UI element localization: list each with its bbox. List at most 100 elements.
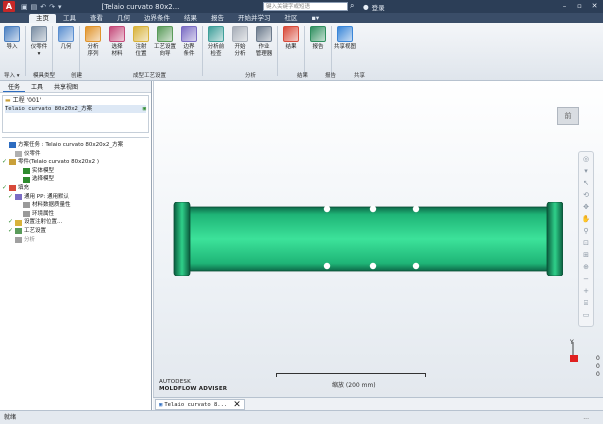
boundary-button[interactable]: 边界 条件 xyxy=(177,23,201,69)
tree-item[interactable]: 选择模型 xyxy=(2,175,149,184)
tree-item-label: 方案任务 : Telaio curvato 80x20x2_方案 xyxy=(18,142,124,148)
job-manager-button[interactable]: 作业 管理器 xyxy=(252,23,276,69)
part-dropdown-icon xyxy=(31,26,47,42)
search-input[interactable]: 键入关键字或短语 xyxy=(263,2,348,11)
tab-view[interactable]: 查看 xyxy=(83,14,110,23)
tree-item[interactable]: 材料数据质量性 xyxy=(2,201,149,210)
start-analysis-button[interactable]: 开始 分析 xyxy=(228,23,252,69)
tab-home[interactable]: 主页 xyxy=(29,14,56,23)
project-title[interactable]: ▬ 工程 '001' xyxy=(5,97,146,105)
import-button[interactable]: 导入 xyxy=(0,23,24,69)
part-model[interactable] xyxy=(172,202,563,276)
minimize-button[interactable]: – xyxy=(558,1,571,11)
report-button[interactable]: 报告 xyxy=(306,23,330,69)
orbit-icon[interactable]: ⟲ xyxy=(583,190,589,201)
search-icon[interactable]: ⌕ xyxy=(350,1,354,11)
close-button[interactable]: ✕ xyxy=(588,1,601,11)
tab-extra[interactable]: ▪▾ xyxy=(305,14,327,23)
share-view-icon xyxy=(337,26,353,42)
tab-community[interactable]: 社区 xyxy=(278,14,305,23)
center-icon[interactable]: ⊕ xyxy=(583,262,589,273)
section-icon[interactable]: ⌸ xyxy=(584,298,588,309)
nav-spacer-icon: ▾ xyxy=(584,167,588,175)
tree-item-label: 填充 xyxy=(18,184,30,191)
tab-results[interactable]: 结果 xyxy=(177,14,204,23)
project-study-item[interactable]: Telaio curvato 80x20x2_方案 ▣ xyxy=(5,105,146,113)
tree-item[interactable]: ✓ 设置注射位置... xyxy=(2,218,149,227)
tab-learn[interactable]: 开始并学习 xyxy=(231,14,278,23)
close-tab-icon[interactable]: ✕ xyxy=(233,400,241,410)
document-tab[interactable]: ▣ Telaio curvato 8... ✕ xyxy=(155,399,245,410)
boundary-icon xyxy=(181,26,197,42)
tree-item[interactable]: 仪零件 xyxy=(2,150,149,159)
results-button[interactable]: 结果 xyxy=(279,23,303,69)
tree-item[interactable]: 分析 xyxy=(2,236,149,245)
tree-item[interactable]: 环境属性 xyxy=(2,210,149,219)
select-material-button[interactable]: 选择 材料 xyxy=(105,23,129,69)
tree-item[interactable]: 实体模型 xyxy=(2,167,149,176)
status-bar: 就绪 ... xyxy=(0,410,603,424)
part-dropdown-button[interactable]: 仪零件 ▾ xyxy=(27,23,51,69)
window-controls: – ▫ ✕ xyxy=(558,1,601,11)
pan-icon[interactable]: ✋ xyxy=(582,214,591,225)
job-manager-icon xyxy=(256,26,272,42)
import-icon xyxy=(4,26,20,42)
scale-label: 缩放 (200 mm) xyxy=(332,382,376,389)
tree-item[interactable]: 方案任务 : Telaio curvato 80x20x2_方案 xyxy=(2,141,149,150)
steering-wheel-icon[interactable]: ◎ xyxy=(583,154,589,165)
group-create: 创建 xyxy=(71,73,83,79)
tab-report[interactable]: 报告 xyxy=(204,14,231,23)
tab-panel-tools[interactable]: 工具 xyxy=(26,82,48,91)
ribbon-button-label: 报告 xyxy=(312,44,324,50)
open-icon[interactable]: ▣ xyxy=(21,3,28,11)
measure-icon[interactable]: ▭ xyxy=(583,310,590,321)
qat-dropdown-icon[interactable]: ▾ xyxy=(58,3,62,11)
zoom-icon[interactable]: ⚲ xyxy=(583,226,588,237)
app-logo[interactable]: A xyxy=(3,1,15,12)
injection-location-button[interactable]: 注射 位置 xyxy=(129,23,153,69)
tab-geometry[interactable]: 几何 xyxy=(110,14,137,23)
plus-icon[interactable]: + xyxy=(583,286,589,297)
undo-icon[interactable]: ↶ xyxy=(40,3,46,11)
tree-item[interactable]: ✓ 零件(Telaio curvato 80x20x2 ) xyxy=(2,158,149,167)
tree-item[interactable]: ✓ 填充 xyxy=(2,184,149,193)
tree-item[interactable]: ✓ 工艺设置 xyxy=(2,227,149,236)
coordinate-readout: 0 0 0 xyxy=(596,355,600,379)
share-view-button[interactable]: 共享视图 xyxy=(333,23,357,69)
tab-boundary[interactable]: 边界条件 xyxy=(137,14,177,23)
fit-icon[interactable]: ⊞ xyxy=(583,250,589,261)
tree-item-label: 通用 PP: 通用默认 xyxy=(24,193,69,200)
ribbon-button-label: 仪零件 ▾ xyxy=(30,44,48,57)
minus-icon[interactable]: − xyxy=(583,274,589,285)
tab-shared-views[interactable]: 共享视图 xyxy=(49,82,83,91)
ribbon-button-label: 注射 位置 xyxy=(135,44,147,57)
tree-item[interactable]: ✓ 通用 PP: 通用默认 xyxy=(2,193,149,202)
check-icon: ✓ xyxy=(8,192,14,200)
process-wizard-button[interactable]: 工艺设置 向导 xyxy=(153,23,177,69)
select-icon[interactable]: ↖ xyxy=(583,178,589,189)
part-end-right xyxy=(546,202,563,276)
maximize-button[interactable]: ▫ xyxy=(573,1,586,11)
precheck-button[interactable]: 分析前 检查 xyxy=(204,23,228,69)
tree-node-icon xyxy=(23,176,30,183)
status-right: ... xyxy=(583,414,589,421)
check-icon: ✓ xyxy=(2,183,8,191)
group-import[interactable]: 导入 ▾ xyxy=(4,71,20,79)
group-results: 结果 xyxy=(297,73,309,79)
free-orbit-icon[interactable]: ✥ xyxy=(583,202,589,213)
results-icon xyxy=(283,26,299,42)
viewcube[interactable]: 前 xyxy=(557,107,579,125)
group-report: 报告 xyxy=(325,73,337,79)
redo-icon[interactable]: ↷ xyxy=(49,3,55,11)
model-viewport[interactable]: 前 ◎ ▾ ↖ ⟲ ✥ ✋ ⚲ ⊡ ⊞ ⊕ − + ⌸ ▭ AUTODESK M… xyxy=(153,81,603,397)
ribbon-button-label: 工艺设置 向导 xyxy=(153,44,176,57)
tab-tools[interactable]: 工具 xyxy=(56,14,83,23)
zoom-window-icon[interactable]: ⊡ xyxy=(583,238,589,249)
tab-tasks[interactable]: 任务 xyxy=(3,82,26,92)
login-area[interactable]: ● 登录 xyxy=(363,2,385,12)
part-end-left xyxy=(173,202,191,276)
analysis-sequence-button[interactable]: 分析 序列 xyxy=(81,23,105,69)
save-icon[interactable]: ▤ xyxy=(31,3,38,11)
tree-item-label: 零件(Telaio curvato 80x20x2 ) xyxy=(18,159,100,166)
geometry-button[interactable]: 几何 xyxy=(54,23,78,69)
